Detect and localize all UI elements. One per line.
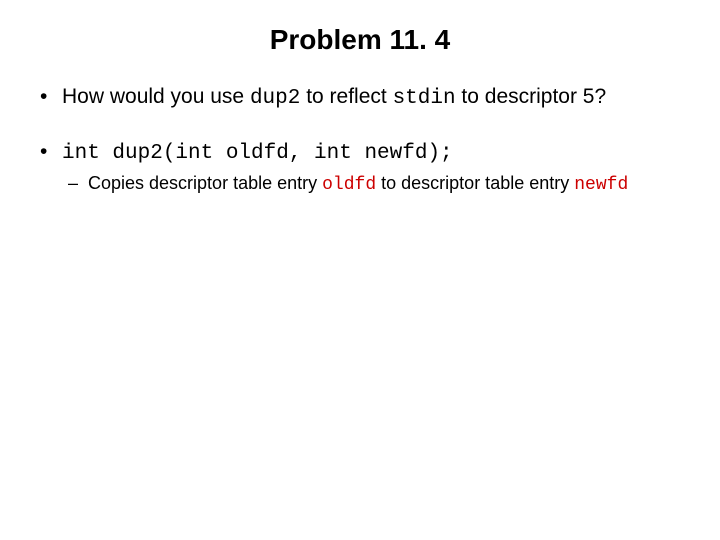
sb1-text-1: Copies descriptor table entry — [88, 173, 322, 193]
b1-code-1: dup2 — [250, 87, 300, 110]
b2-code: int dup2(int oldfd, int newfd); — [62, 142, 453, 165]
sub-bullet-1: Copies descriptor table entry oldfd to d… — [62, 172, 688, 197]
bullet-2: int dup2(int oldfd, int newfd); Copies d… — [32, 139, 688, 197]
sb1-text-2: to descriptor table entry — [376, 173, 574, 193]
b1-text-1: How would you use — [62, 85, 250, 108]
bullet-1: How would you use dup2 to reflect stdin … — [32, 84, 688, 113]
sb1-code-2: newfd — [574, 175, 628, 195]
slide: Problem 11. 4 How would you use dup2 to … — [0, 0, 720, 540]
sb1-code-1: oldfd — [322, 175, 376, 195]
b1-text-3: to descriptor 5? — [456, 85, 607, 108]
sub-bullet-list: Copies descriptor table entry oldfd to d… — [62, 172, 688, 197]
b1-text-2: to reflect — [300, 85, 392, 108]
b1-code-2: stdin — [393, 87, 456, 110]
bullet-list: How would you use dup2 to reflect stdin … — [32, 84, 688, 197]
slide-title: Problem 11. 4 — [32, 24, 688, 56]
